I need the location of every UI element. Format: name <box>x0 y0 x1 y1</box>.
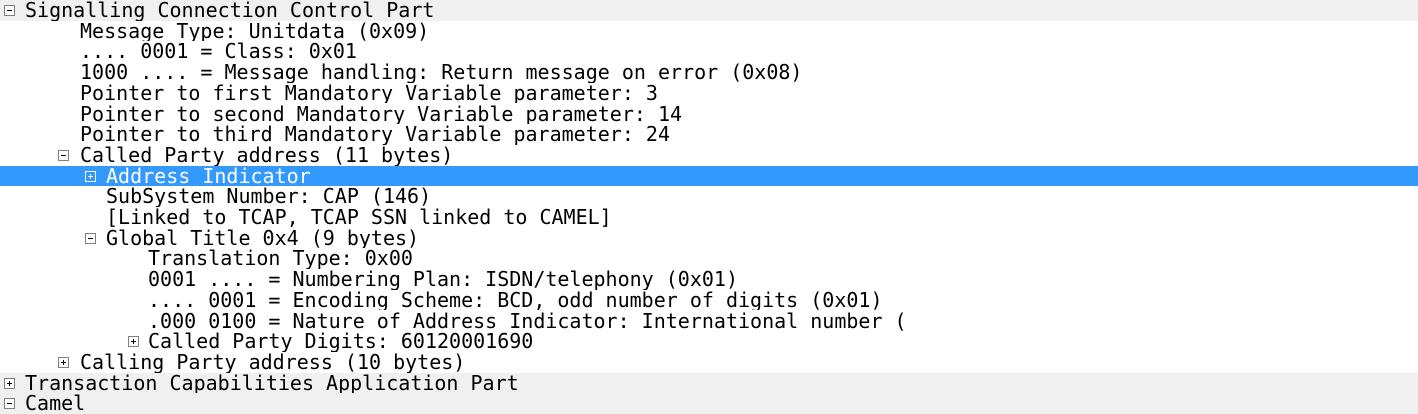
tree-node-tcap[interactable]: Transaction Capabilities Application Par… <box>0 372 1418 394</box>
tree-node-label: Global Title 0x4 (9 bytes) <box>106 227 420 249</box>
tree-node-label: SubSystem Number: CAP (146) <box>106 186 432 207</box>
tree-node-label: Pointer to second Mandatory Variable par… <box>80 103 683 125</box>
tree-node-label: Pointer to third Mandatory Variable para… <box>80 124 671 145</box>
tree-node-called-party-address[interactable]: Called Party address (11 bytes) <box>0 145 1418 166</box>
tree-node-called-party-digits[interactable]: Called Party Digits: 60120001690 <box>0 331 1418 352</box>
tree-node-pointer-second[interactable]: Pointer to second Mandatory Variable par… <box>0 104 1418 125</box>
tree-node-pointer-first[interactable]: Pointer to first Mandatory Variable para… <box>0 83 1418 104</box>
tree-node-label: Called Party address (11 bytes) <box>80 144 454 166</box>
tree-node-label: .... 0001 = Encoding Scheme: BCD, odd nu… <box>148 289 883 311</box>
tree-node-address-indicator[interactable]: Address Indicator <box>0 165 1418 187</box>
expand-icon[interactable] <box>58 356 69 368</box>
tree-node-encoding-scheme[interactable]: .... 0001 = Encoding Scheme: BCD, odd nu… <box>0 290 1418 311</box>
tree-node-message-handling[interactable]: 1000 .... = Message handling: Return mes… <box>0 62 1418 83</box>
tree-node-nature-of-address[interactable]: .000 0100 = Nature of Address Indicator:… <box>0 311 1418 332</box>
tree-node-class[interactable]: .... 0001 = Class: 0x01 <box>0 41 1418 62</box>
tree-node-label: Transaction Capabilities Application Par… <box>25 372 519 394</box>
collapse-icon[interactable] <box>4 5 15 16</box>
expand-icon[interactable] <box>128 336 139 348</box>
tree-node-label: [Linked to TCAP, TCAP SSN linked to CAME… <box>106 207 612 228</box>
tree-node-camel[interactable]: Camel <box>0 393 1418 414</box>
tree-node-label: Address Indicator <box>106 165 311 187</box>
tree-node-numbering-plan[interactable]: 0001 .... = Numbering Plan: ISDN/telepho… <box>0 269 1418 290</box>
tree-node-translation-type[interactable]: Translation Type: 0x00 <box>0 248 1418 269</box>
tree-node-label: 0001 .... = Numbering Plan: ISDN/telepho… <box>148 269 739 290</box>
tree-node-label: Message Type: Unitdata (0x09) <box>80 20 430 42</box>
collapse-icon[interactable] <box>4 398 15 410</box>
expand-icon[interactable] <box>85 170 96 182</box>
tree-node-label: .000 0100 = Nature of Address Indicator:… <box>148 310 907 332</box>
expand-icon[interactable] <box>4 377 15 389</box>
tree-node-label: Pointer to first Mandatory Variable para… <box>80 82 658 104</box>
tree-node-label: Camel <box>25 393 86 414</box>
tree-node-pointer-third[interactable]: Pointer to third Mandatory Variable para… <box>0 124 1418 145</box>
tree-node-linked-tcap[interactable]: [Linked to TCAP, TCAP SSN linked to CAME… <box>0 207 1418 228</box>
packet-details-tree: Signalling Connection Control Part Messa… <box>0 0 1418 414</box>
collapse-icon[interactable] <box>58 149 69 161</box>
tree-node-global-title[interactable]: Global Title 0x4 (9 bytes) <box>0 228 1418 249</box>
collapse-icon[interactable] <box>85 232 96 244</box>
tree-node-label: Called Party Digits: 60120001690 <box>148 331 534 352</box>
tree-node-message-type[interactable]: Message Type: Unitdata (0x09) <box>0 21 1418 42</box>
tree-node-sccp[interactable]: Signalling Connection Control Part <box>0 0 1418 21</box>
tree-node-label: Signalling Connection Control Part <box>25 0 435 21</box>
tree-node-label: Calling Party address (10 bytes) <box>80 351 466 373</box>
tree-node-label: 1000 .... = Message handling: Return mes… <box>80 62 803 83</box>
tree-node-calling-party-address[interactable]: Calling Party address (10 bytes) <box>0 352 1418 373</box>
tree-node-label: .... 0001 = Class: 0x01 <box>80 41 357 63</box>
tree-node-label: Translation Type: 0x00 <box>148 248 413 270</box>
tree-node-subsystem-number[interactable]: SubSystem Number: CAP (146) <box>0 186 1418 207</box>
